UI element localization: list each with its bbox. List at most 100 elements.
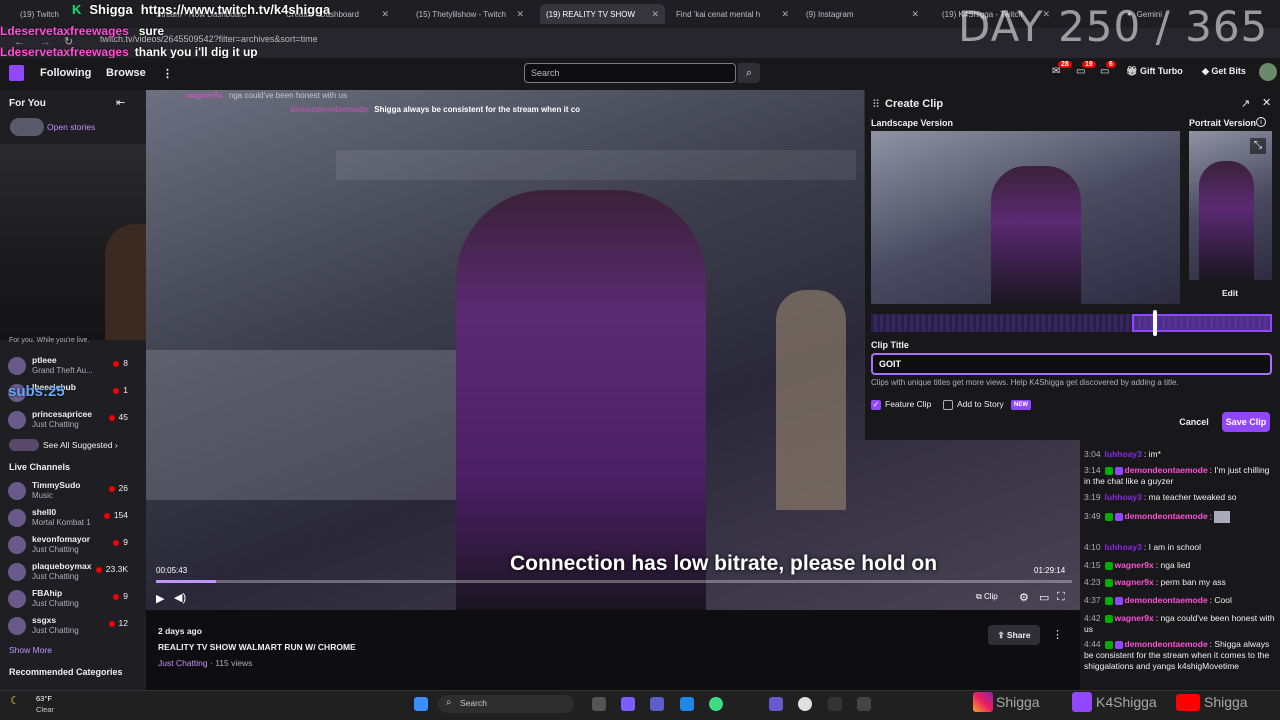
- clip-icon: ⧉: [976, 592, 984, 601]
- tab-label: (15) Thetylilshow - Twitch: [416, 9, 506, 19]
- gift-turbo-label: Gift Turbo: [1139, 66, 1183, 76]
- channel-category: Just Chatting: [32, 420, 79, 429]
- chat-user[interactable]: wagner9x: [1115, 560, 1154, 570]
- close-icon[interactable]: ✕: [911, 9, 919, 20]
- chat-user[interactable]: luhhoay3: [1105, 492, 1142, 502]
- avatar[interactable]: [1259, 63, 1277, 81]
- more-options-icon[interactable]: ⋮: [1052, 628, 1063, 641]
- close-icon[interactable]: ✕: [651, 9, 659, 20]
- edge-icon[interactable]: [680, 697, 694, 711]
- discord-icon[interactable]: [769, 697, 783, 711]
- settings-gear-icon[interactable]: ⚙: [1019, 591, 1029, 604]
- browser-tab[interactable]: Find 'kai cenat mental h ✕: [670, 4, 795, 24]
- sidebar-item-suggested[interactable]: princesapricee Just Chatting 45: [8, 409, 138, 435]
- save-clip-button[interactable]: Save Clip: [1222, 412, 1270, 432]
- browser-tab[interactable]: (9) Instagram ✕: [800, 4, 925, 24]
- search-input[interactable]: Search: [524, 63, 736, 83]
- recommended-categories-heading: Recommended Categories: [9, 667, 123, 677]
- popout-icon[interactable]: ↗: [1241, 97, 1250, 110]
- gift-turbo-button[interactable]: 🎁︎ Gift Turbo: [1126, 66, 1183, 77]
- browser-tab[interactable]: (19) Twitch: [14, 4, 74, 24]
- more-icon[interactable]: ⋮: [162, 67, 173, 80]
- viewer-count: 26: [109, 483, 128, 493]
- expand-icon[interactable]: ⤡: [1250, 138, 1266, 154]
- search-icon[interactable]: ⌕: [738, 63, 760, 83]
- weather-temp[interactable]: 63°F: [36, 694, 52, 703]
- chat-message: 4:23 wagner9x: perm ban my ass: [1084, 577, 1226, 587]
- tables: [146, 350, 486, 500]
- badge-icon: [1104, 578, 1113, 587]
- get-bits-button[interactable]: ◆ Get Bits: [1202, 66, 1246, 77]
- chat-emote-text: k4shigMovetime: [1177, 661, 1240, 671]
- sidebar-item-live[interactable]: shell0 Mortal Kombat 1 154: [8, 507, 138, 533]
- chat-user: demondeontaemode: [290, 105, 369, 114]
- sidebar-item-live[interactable]: kevonfomayor Just Chatting 9: [8, 534, 138, 560]
- chat-text: ma teacher tweaked so: [1148, 492, 1237, 502]
- badge-icon: [1114, 640, 1123, 649]
- chat-user[interactable]: demondeontaemode: [1125, 639, 1208, 649]
- close-icon[interactable]: ✕: [381, 9, 389, 20]
- obs-icon[interactable]: [828, 697, 842, 711]
- play-icon[interactable]: ▶: [156, 592, 164, 605]
- clip-title-input[interactable]: GOIT: [871, 353, 1272, 375]
- chat-user[interactable]: demondeontaemode: [1125, 465, 1208, 475]
- feature-clip-checkbox[interactable]: ✓: [871, 400, 881, 410]
- collapse-sidebar-icon[interactable]: ⇤: [116, 96, 125, 109]
- nav-following[interactable]: Following: [40, 67, 91, 79]
- new-badge: NEW: [1011, 400, 1031, 410]
- copilot-icon[interactable]: [621, 697, 635, 711]
- tab-label: (19) REALITY TV SHOW: [546, 9, 636, 19]
- edit-button[interactable]: Edit: [1222, 288, 1238, 298]
- taskbar-search-label: Search: [460, 698, 487, 708]
- add-to-story-checkbox[interactable]: [943, 400, 953, 410]
- taskbar-search[interactable]: Search: [438, 695, 574, 713]
- sidebar-item-live[interactable]: plaqueboymax Just Chatting 23.3K: [8, 561, 138, 587]
- category-link[interactable]: Just Chatting: [158, 658, 208, 668]
- sidebar-item-live[interactable]: TimmySudo Music 26: [8, 480, 138, 506]
- drag-handle-icon[interactable]: ⠿: [872, 98, 880, 111]
- open-stories-link[interactable]: Open stories: [47, 122, 95, 132]
- fullscreen-icon[interactable]: ⛶: [1057, 591, 1065, 604]
- windows-start-icon[interactable]: [414, 697, 428, 711]
- chat-user[interactable]: wagner9x: [1115, 613, 1154, 623]
- task-view-icon[interactable]: [592, 697, 606, 711]
- teams-icon[interactable]: [650, 697, 664, 711]
- video-title: REALITY TV SHOW WALMART RUN W/ CHROME: [158, 642, 356, 652]
- sidebar-item-live[interactable]: ssgxs Just Chatting 12: [8, 615, 138, 641]
- chat-user[interactable]: demondeontaemode: [1125, 595, 1208, 605]
- theatre-mode-icon[interactable]: ▭: [1039, 591, 1049, 604]
- chat-user[interactable]: luhhoay3: [1105, 542, 1142, 552]
- playhead-handle[interactable]: [1153, 310, 1157, 336]
- seek-bar[interactable]: [156, 580, 1072, 583]
- close-icon[interactable]: ✕: [781, 9, 789, 20]
- share-button[interactable]: ⇪ Share: [988, 625, 1040, 645]
- cancel-button[interactable]: Cancel: [1174, 412, 1214, 432]
- see-all-suggested-link[interactable]: See All Suggested ›: [43, 440, 118, 450]
- portrait-label: Portrait Version: [1189, 118, 1257, 128]
- stories-avatars[interactable]: [10, 118, 44, 136]
- show-more-link[interactable]: Show More: [9, 645, 52, 655]
- browser-tab-active[interactable]: (19) REALITY TV SHOW ✕: [540, 4, 665, 24]
- nav-browse[interactable]: Browse: [106, 67, 146, 79]
- chat-user[interactable]: wagner9x: [1115, 577, 1154, 587]
- chat-user[interactable]: demondeontaemode: [1125, 511, 1208, 521]
- tab-label: (19) Twitch: [20, 9, 59, 19]
- landscape-preview[interactable]: [871, 131, 1180, 304]
- chat-text: Shigga always be consistent for the stre…: [374, 105, 581, 114]
- sidebar-item-suggested[interactable]: ptleee Grand Theft Au... 8: [8, 355, 138, 381]
- info-icon[interactable]: i: [1256, 117, 1266, 127]
- chrome-icon[interactable]: [709, 697, 723, 711]
- chrome-icon[interactable]: [798, 697, 812, 711]
- overlay-user: Shigga: [89, 2, 133, 17]
- browser-tab[interactable]: (15) Thetylilshow - Twitch ✕: [410, 4, 530, 24]
- chat-user[interactable]: luhhoay3: [1105, 449, 1142, 459]
- clip-button[interactable]: ⧉ Clip: [976, 592, 998, 602]
- twitch-logo-icon[interactable]: [9, 65, 24, 81]
- chat-message: 3:14 demondeontaemode: I'm just chilling …: [1084, 465, 1270, 486]
- volume-icon[interactable]: ◀︎): [174, 591, 186, 604]
- posted-time: 2 days ago: [158, 626, 202, 636]
- close-icon[interactable]: ✕: [1262, 96, 1271, 109]
- sidebar-item-live[interactable]: FBAhip Just Chatting 9: [8, 588, 138, 614]
- app-icon[interactable]: [857, 697, 871, 711]
- close-icon[interactable]: ✕: [516, 9, 524, 20]
